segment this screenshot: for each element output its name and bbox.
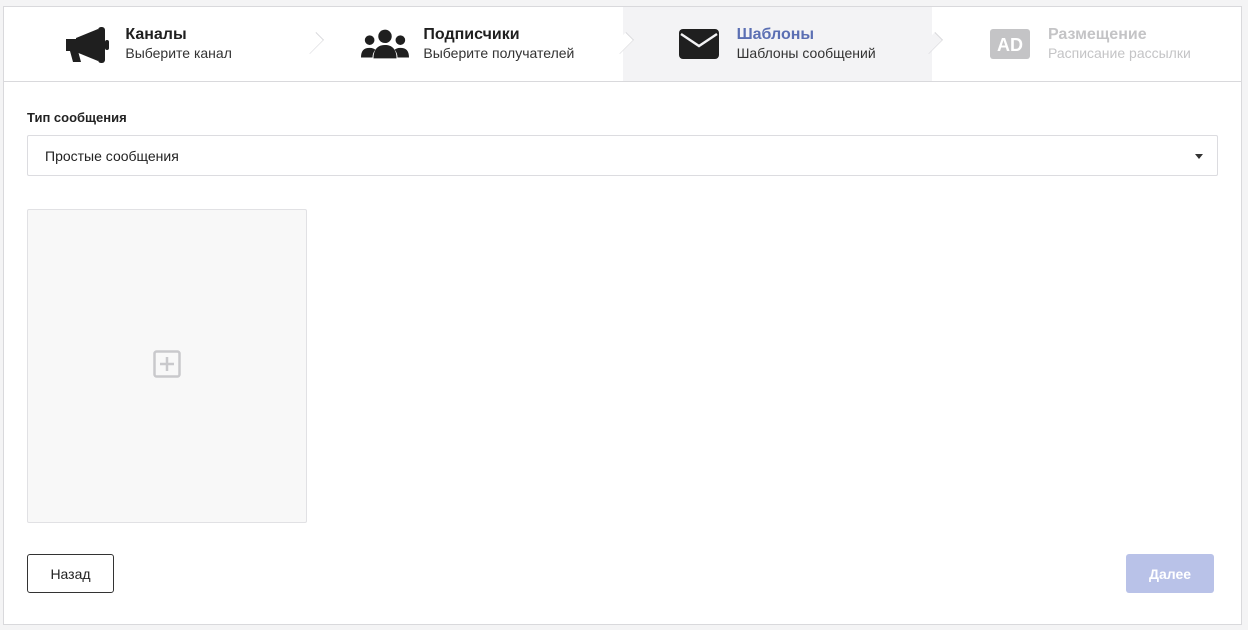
message-type-value: Простые сообщения: [45, 147, 179, 164]
step-placement: AD Размещение Расписание рассылки: [931, 7, 1241, 81]
step-templates-text: Шаблоны Шаблоны сообщений: [737, 26, 876, 62]
step-templates[interactable]: Шаблоны Шаблоны сообщений: [622, 7, 943, 81]
envelope-icon: [675, 26, 723, 62]
megaphone-icon: [63, 26, 111, 63]
step-subtitle: Расписание рассылки: [1047, 45, 1191, 61]
next-button[interactable]: Далее: [1126, 554, 1214, 593]
step-title: Подписчики: [423, 26, 520, 43]
step-subscribers[interactable]: Подписчики Выберите получателей: [313, 7, 634, 81]
step-subtitle: Шаблоны сообщений: [736, 45, 876, 61]
ad-icon: AD: [986, 26, 1034, 62]
message-type-select[interactable]: Простые сообщения: [27, 135, 1218, 176]
step-title: Шаблоны: [736, 26, 815, 43]
step-title: Каналы: [125, 26, 187, 43]
svg-text:AD: AD: [997, 35, 1023, 55]
wizard-steps: Каналы Выберите канал Подписчики Выберит…: [4, 7, 1241, 82]
add-template-card[interactable]: [27, 209, 307, 523]
message-type-label: Тип сообщения: [27, 110, 127, 125]
step-channels[interactable]: Каналы Выберите канал: [4, 7, 325, 81]
step-title: Размещение: [1047, 26, 1147, 43]
caret-down-icon: [1195, 154, 1203, 159]
step-placement-text: Размещение Расписание рассылки: [1048, 26, 1191, 62]
step-channels-text: Каналы Выберите канал: [125, 26, 232, 62]
step-subscribers-text: Подписчики Выберите получателей: [423, 26, 574, 62]
step-subtitle: Выберите канал: [125, 45, 232, 61]
users-icon: [361, 26, 410, 62]
campaign-wizard-panel: Каналы Выберите канал Подписчики Выберит…: [3, 6, 1242, 625]
step-subtitle: Выберите получателей: [423, 45, 575, 61]
back-button[interactable]: Назад: [27, 554, 114, 593]
plus-square-icon: [153, 349, 181, 383]
